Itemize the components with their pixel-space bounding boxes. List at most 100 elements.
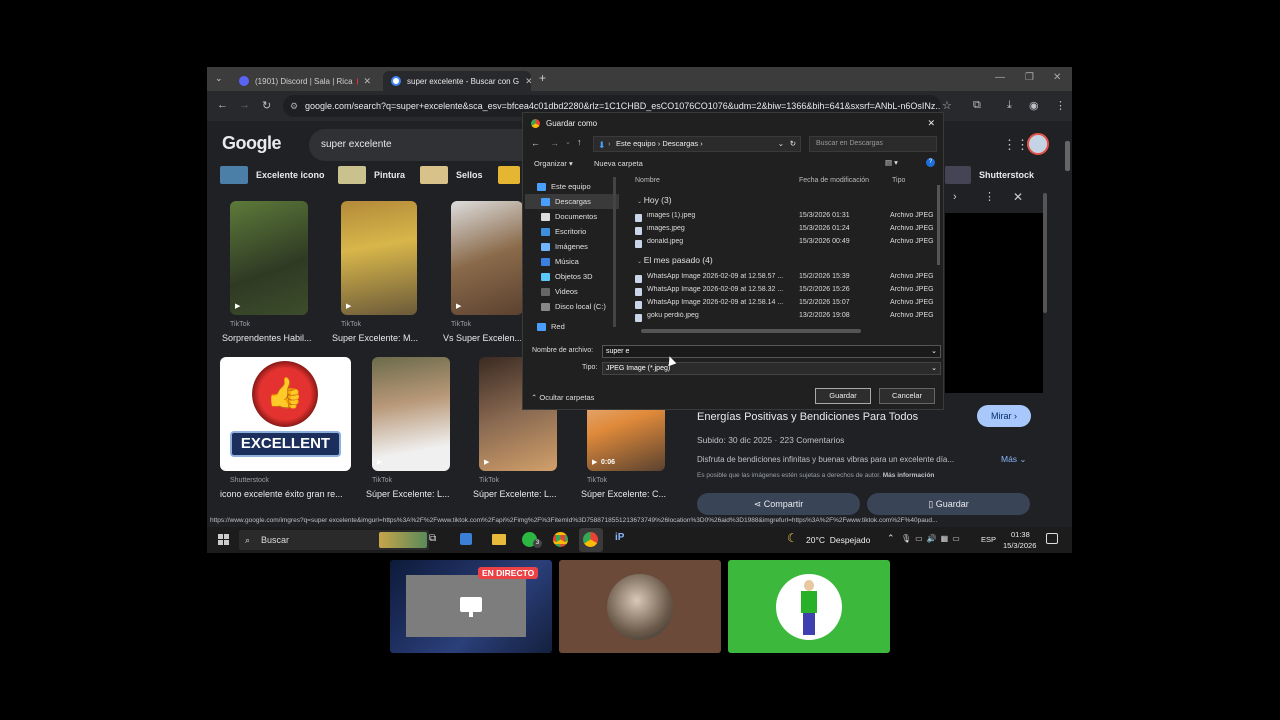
image-result[interactable]: ▶ TikTok Sorprendentes Habil... xyxy=(222,201,322,343)
chip-excelente-icono[interactable]: Excelente icono xyxy=(220,165,325,185)
preview-image[interactable] xyxy=(945,213,1043,393)
taskbar-search[interactable]: ⌕ Buscar xyxy=(239,530,429,550)
nav-disco-local[interactable]: Disco local (C:) xyxy=(525,299,619,314)
chip-pintura[interactable]: Pintura xyxy=(338,165,405,185)
organize-button[interactable]: Organizar ▾ xyxy=(534,159,573,168)
close-window-icon[interactable]: ✕ xyxy=(1053,72,1061,83)
file-row[interactable]: WhatsApp Image 2026-02-09 at 12.58.14 ..… xyxy=(635,299,939,312)
share-button[interactable]: ⋖ Compartir xyxy=(697,493,860,515)
breadcrumb[interactable]: ⬇ › Este equipo › Descargas › ⌄ ↻ xyxy=(593,136,801,152)
notice-link[interactable]: Más información xyxy=(883,472,935,479)
help-icon[interactable]: ? xyxy=(926,158,935,167)
up-icon[interactable]: ↑ xyxy=(577,137,582,147)
preview-scrollbar[interactable] xyxy=(1043,193,1047,313)
file-explorer-icon[interactable] xyxy=(492,534,506,545)
nav-scrollbar[interactable] xyxy=(613,177,616,327)
file-row[interactable]: images (1).jpeg 15/3/2026 01:31 Archivo JP… xyxy=(635,212,939,225)
download-icon[interactable]: ⤓ xyxy=(1007,99,1012,112)
nav-este-equipo[interactable]: Este equipo xyxy=(525,179,619,194)
profile-icon[interactable]: ◉ xyxy=(1029,99,1039,112)
tab-google-search[interactable]: super excelente - Buscar con G ✕ xyxy=(383,71,531,91)
crumb-dropdown-icon[interactable]: ⌄ xyxy=(778,137,784,151)
new-tab-button[interactable]: + xyxy=(539,71,546,85)
dropdown-icon[interactable]: ⌄ xyxy=(931,346,937,357)
dropdown-icon[interactable]: ⌄ xyxy=(931,363,937,374)
image-result[interactable]: 👍 EXCELLENT Shutterstock icono excelente… xyxy=(220,357,351,503)
site-info-icon[interactable]: ⚙ xyxy=(290,95,298,117)
file-row[interactable]: WhatsApp Image 2026-02-09 at 12.58.32 ..… xyxy=(635,286,939,299)
chip-shutterstock[interactable]: Shutterstock xyxy=(945,165,1034,185)
restore-icon[interactable]: ❐ xyxy=(1025,72,1034,83)
group-header[interactable]: ⌄ Hoy (3) xyxy=(637,195,672,205)
menu-icon[interactable]: ⋮ xyxy=(1055,99,1066,112)
refresh-icon[interactable]: ↻ xyxy=(790,137,796,151)
nav-videos[interactable]: Videos xyxy=(525,284,619,299)
nav-imagenes[interactable]: Imágenes xyxy=(525,239,619,254)
tray-icons[interactable]: 🎙▭🔊▦▭ xyxy=(901,534,964,543)
weather-text[interactable]: 20°C Despejado xyxy=(806,535,870,545)
cancel-button[interactable]: Cancelar xyxy=(879,388,935,404)
horizontal-scrollbar[interactable] xyxy=(641,329,861,333)
language-indicator[interactable]: ESP xyxy=(981,535,996,544)
dialog-close-icon[interactable]: ✕ xyxy=(927,118,935,129)
file-row[interactable]: WhatsApp Image 2026-02-09 at 12.58.57 ..… xyxy=(635,273,939,286)
google-logo[interactable]: Google xyxy=(222,133,282,154)
chrome-active-icon[interactable] xyxy=(579,528,603,552)
new-folder-button[interactable]: Nueva carpeta xyxy=(594,159,643,168)
clock-time[interactable]: 01:38 xyxy=(1011,530,1030,539)
save-image-button[interactable]: ▯ Guardar xyxy=(867,493,1030,515)
nav-escritorio[interactable]: Escritorio xyxy=(525,224,619,239)
minimize-icon[interactable]: — xyxy=(995,72,1005,83)
filetype-select[interactable]: JPEG Image (*.jpeg) ⌄ xyxy=(602,362,941,375)
image-result[interactable]: ▶ TikTok Súper Excelente: L... xyxy=(366,357,466,503)
tab-discord[interactable]: (1901) Discord | Sala | Rica ✕ xyxy=(231,71,379,91)
visit-button[interactable]: Mirar › xyxy=(977,405,1031,427)
hide-folders-toggle[interactable]: ⌃ Ocultar carpetas xyxy=(531,393,594,402)
filename-input[interactable]: super e ⌄ xyxy=(602,345,941,358)
avatar[interactable] xyxy=(1027,133,1049,155)
recent-icon[interactable]: ⌄ xyxy=(565,138,571,146)
chip-sellos[interactable]: Sellos xyxy=(420,165,483,185)
nav-documentos[interactable]: Documentos xyxy=(525,209,619,224)
preview-more-icon[interactable]: ⋮ xyxy=(984,190,995,203)
app-icon[interactable]: iP xyxy=(615,532,624,543)
apps-icon[interactable]: ⋮⋮ xyxy=(1003,137,1029,153)
column-header-name[interactable]: Nombre xyxy=(635,177,660,184)
nav-descargas[interactable]: Descargas xyxy=(525,194,619,209)
task-view-icon[interactable]: ⧉ xyxy=(429,533,436,544)
file-row[interactable]: images.jpeg 15/3/2026 01:24 Archivo JPEG xyxy=(635,225,939,238)
more-button[interactable]: Más ⌄ xyxy=(1001,454,1027,465)
preview-close-icon[interactable]: ✕ xyxy=(1013,190,1023,204)
nav-musica[interactable]: Música xyxy=(525,254,619,269)
screen-share-tile[interactable]: EN DIRECTO xyxy=(390,560,552,653)
notifications-icon[interactable] xyxy=(1046,533,1058,544)
start-icon[interactable] xyxy=(218,534,229,545)
group-header[interactable]: ⌄ El mes pasado (4) xyxy=(637,255,713,265)
close-tab-icon[interactable]: ✕ xyxy=(357,76,371,87)
back-icon[interactable]: ← xyxy=(217,99,228,111)
forward-icon[interactable]: → xyxy=(239,99,250,111)
preview-next-icon[interactable]: › xyxy=(953,191,957,203)
participant-tile[interactable] xyxy=(559,560,721,653)
back-icon[interactable]: ← xyxy=(531,138,540,148)
reload-icon[interactable]: ↻ xyxy=(262,99,271,112)
extensions-icon[interactable]: ⧉ xyxy=(973,99,981,112)
nav-objetos-3d[interactable]: Objetos 3D xyxy=(525,269,619,284)
forward-icon[interactable]: → xyxy=(550,138,559,148)
preview-title[interactable]: Energías Positivas y Bendiciones Para To… xyxy=(697,411,918,423)
bookmark-star-icon[interactable]: ☆ xyxy=(942,99,952,112)
widgets-icon[interactable] xyxy=(460,533,472,545)
image-result[interactable]: ▶ TikTok Super Excelente: M... xyxy=(332,201,432,343)
save-button[interactable]: Guardar xyxy=(815,388,871,404)
file-row[interactable]: donald.jpeg 15/3/2026 00:49 Archivo JPEG xyxy=(635,238,939,251)
folder-search-input[interactable]: Buscar en Descargas xyxy=(809,136,937,152)
participant-tile[interactable] xyxy=(728,560,890,653)
chrome-icon[interactable] xyxy=(553,532,568,547)
image-result[interactable]: ▶ TikTok Vs Super Excelen... xyxy=(443,201,523,343)
tray-chevron-icon[interactable]: ⌃ xyxy=(887,533,895,544)
crumb-este-equipo[interactable]: Este equipo xyxy=(616,139,656,148)
column-header-type[interactable]: Tipo xyxy=(892,177,905,184)
page-scrollbar[interactable] xyxy=(1065,141,1070,171)
vertical-scrollbar[interactable] xyxy=(937,185,940,265)
clock-date[interactable]: 15/3/2026 xyxy=(1003,541,1036,550)
